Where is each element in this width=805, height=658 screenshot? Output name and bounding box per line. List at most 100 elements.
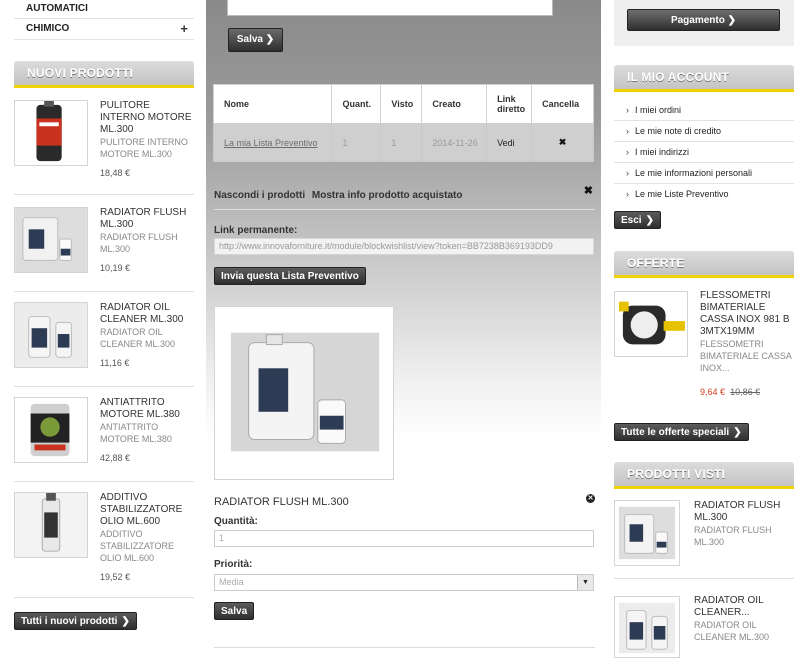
priority-value: Media	[219, 577, 244, 587]
button-label: Esci	[621, 215, 642, 226]
payment-button[interactable]: Pagamento ❯	[627, 9, 780, 31]
col-header-name: Nome	[212, 84, 333, 124]
account-item-credit-notes[interactable]: › Le mie note di credito	[614, 121, 794, 142]
left-column: AUTOMATICI CHIMICO + NUOVI PRODOTTI PULI…	[14, 0, 194, 630]
product-price: 42,88 €	[100, 453, 131, 463]
category-label: CHIMICO	[26, 23, 70, 34]
product-name[interactable]: ANTIATTRITO MOTORE ML.380	[100, 397, 196, 421]
product-desc: RADIATOR FLUSH ML.300	[100, 232, 178, 254]
product-desc: RADIATOR OIL CLEANER ML.300	[100, 327, 176, 349]
product-name[interactable]: ADDITIVO STABILIZZATORE OLIO ML.600	[100, 492, 196, 528]
product-price: 19,52 €	[100, 572, 131, 582]
show-purchased-info-link[interactable]: Mostra info prodotto acquistato	[312, 190, 463, 201]
save-item-button[interactable]: Salva	[214, 602, 255, 620]
product-name[interactable]: PULITORE INTERNO MOTORE ML.300	[100, 100, 196, 136]
account-item-orders[interactable]: › I miei ordini	[614, 100, 794, 121]
bullet-icon: ›	[626, 126, 629, 136]
quantity-input[interactable]: 1	[214, 530, 594, 547]
offers-title: OFFERTE	[614, 251, 794, 278]
delete-icon[interactable]: ✖	[531, 123, 594, 162]
wishlist-name-link[interactable]: La mia Lista Preventivo	[212, 123, 333, 162]
expand-plus-icon[interactable]: +	[180, 19, 188, 39]
view-link[interactable]: Vedi	[486, 123, 533, 162]
list-item[interactable]: RADIATOR FLUSH ML.300 RADIATOR FLUSH ML.…	[14, 207, 194, 292]
send-wishlist-button[interactable]: Invia questa Lista Preventivo	[214, 267, 366, 285]
remove-item-icon[interactable]: ✕	[586, 494, 595, 503]
product-price: 18,48 €	[100, 168, 131, 178]
product-image[interactable]	[14, 207, 88, 273]
wishlist-item-title[interactable]: RADIATOR FLUSH ML.300	[214, 496, 349, 508]
list-item[interactable]: PULITORE INTERNO MOTORE ML.300 PULITORE …	[14, 100, 194, 195]
new-products-title: NUOVI PRODOTTI	[14, 61, 194, 88]
cell-qty: 1	[331, 123, 382, 162]
col-header-created: Creato	[421, 84, 488, 124]
account-item-addresses[interactable]: › I miei indirizzi	[614, 142, 794, 163]
category-automatici[interactable]: AUTOMATICI	[14, 0, 194, 19]
list-item[interactable]: RADIATOR OIL CLEANER ML.300 RADIATOR OIL…	[14, 302, 194, 387]
all-offers-button[interactable]: Tutte le offerte speciali ❯	[614, 423, 749, 441]
list-item[interactable]: ANTIATTRITO MOTORE ML.380 ANTIATTRITO MO…	[14, 397, 194, 482]
col-header-delete: Cancella	[531, 84, 594, 124]
account-item-personal-info[interactable]: › Le mie informazioni personali	[614, 163, 794, 184]
message-textarea[interactable]	[227, 0, 553, 16]
col-header-link: Link diretto	[486, 84, 533, 124]
product-image[interactable]	[14, 492, 88, 558]
offer-name[interactable]: FLESSOMETRI BIMATERIALE CASSA INOX 981 B…	[700, 290, 796, 338]
offer-old-price: 10,86 €	[730, 387, 761, 397]
chevron-right-icon: ❯	[733, 427, 742, 438]
table-row[interactable]: La mia Lista Preventivo 1 1 2014-11-26 V…	[212, 123, 594, 162]
category-chimico[interactable]: CHIMICO +	[14, 19, 194, 40]
viewed-desc: RADIATOR OIL CLEANER ML.300	[694, 620, 770, 642]
save-top-button[interactable]: Salva ❯	[228, 28, 283, 52]
bullet-icon: ›	[626, 147, 629, 157]
account-item-wishlists[interactable]: › Le mie Liste Preventivo	[614, 184, 794, 205]
cell-created: 2014-11-26	[421, 123, 488, 162]
logout-button[interactable]: Esci ❯	[614, 211, 661, 229]
col-header-seen: Visto	[380, 84, 423, 124]
chevron-right-icon: ❯	[645, 215, 654, 226]
close-icon[interactable]: ✖	[584, 184, 593, 197]
account-item-label: Le mie note di credito	[635, 126, 722, 136]
viewed-name[interactable]: RADIATOR FLUSH ML.300	[694, 500, 794, 524]
wishlist-toggles: Nascondi i prodotti Mostra info prodotto…	[214, 185, 595, 210]
chevron-right-icon: ❯	[727, 15, 737, 26]
button-label: Tutti i nuovi prodotti	[21, 616, 118, 627]
permalink-label: Link permanente:	[214, 225, 298, 236]
product-name[interactable]: RADIATOR FLUSH ML.300	[100, 207, 196, 231]
all-new-products-button[interactable]: Tutti i nuovi prodotti ❯	[14, 612, 137, 630]
product-desc: PULITORE INTERNO MOTORE ML.300	[100, 137, 188, 159]
account-title: IL MIO ACCOUNT	[614, 65, 794, 92]
viewed-image[interactable]	[614, 500, 680, 566]
viewed-item: RADIATOR FLUSH ML.300 RADIATOR FLUSH ML.…	[694, 500, 794, 548]
divider	[214, 647, 595, 648]
product-price: 10,19 €	[100, 263, 131, 273]
hide-products-link[interactable]: Nascondi i prodotti	[214, 190, 305, 201]
account-item-label: I miei indirizzi	[635, 147, 690, 157]
list-item[interactable]: ADDITIVO STABILIZZATORE OLIO ML.600 ADDI…	[14, 492, 194, 598]
account-item-label: I miei ordini	[635, 105, 682, 115]
priority-label: Priorità:	[214, 559, 253, 570]
button-label: Pagamento	[670, 15, 725, 26]
offer-image[interactable]	[614, 291, 688, 357]
viewed-title: PRODOTTI VISTI	[614, 462, 794, 489]
category-label: AUTOMATICI	[26, 3, 88, 14]
offer-price-row: 9,64 € 10,86 €	[700, 386, 796, 398]
viewed-image[interactable]	[614, 596, 680, 658]
product-image[interactable]	[14, 100, 88, 166]
bullet-icon: ›	[626, 168, 629, 178]
chevron-right-icon: ❯	[121, 616, 130, 627]
product-name[interactable]: RADIATOR OIL CLEANER ML.300	[100, 302, 196, 326]
viewed-desc: RADIATOR FLUSH ML.300	[694, 525, 772, 547]
quantity-label: Quantità:	[214, 516, 258, 527]
bullet-icon: ›	[626, 105, 629, 115]
product-image[interactable]	[214, 306, 394, 480]
chevron-down-icon[interactable]: ▼	[577, 575, 593, 590]
priority-select[interactable]: Media ▼	[214, 574, 594, 591]
col-header-qty: Quant.	[331, 84, 382, 124]
divider	[614, 578, 794, 579]
permalink-input[interactable]: http://www.innovaforniture.it/module/blo…	[214, 238, 594, 255]
offer-price: 9,64 €	[700, 387, 726, 397]
product-image[interactable]	[14, 302, 88, 368]
viewed-name[interactable]: RADIATOR OIL CLEANER...	[694, 595, 794, 619]
product-image[interactable]	[14, 397, 88, 463]
